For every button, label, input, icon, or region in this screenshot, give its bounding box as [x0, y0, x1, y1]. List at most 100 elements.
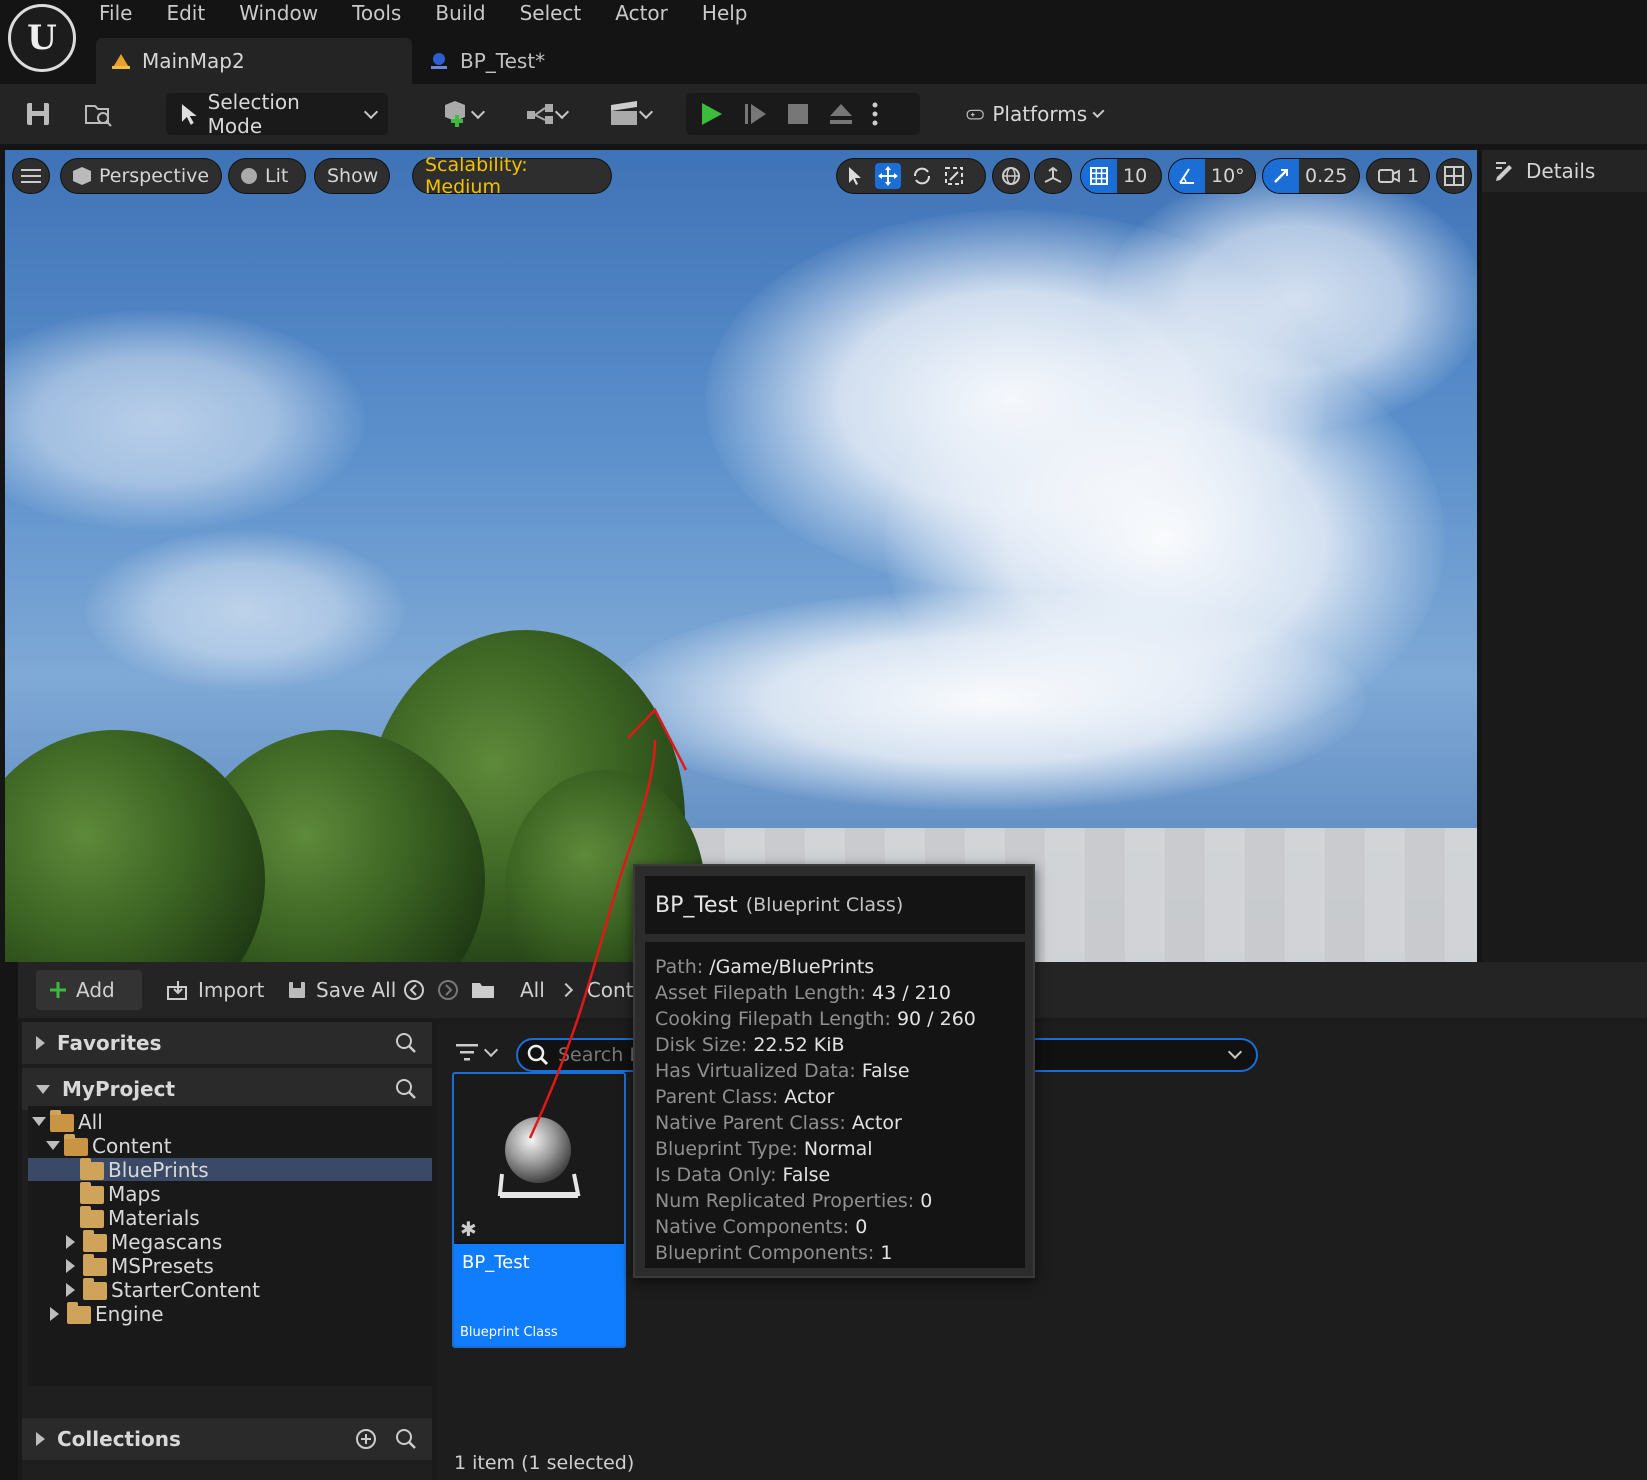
tooltip-row: Num Replicated Properties: 0: [655, 1188, 1015, 1214]
tooltip-key: Parent Class:: [655, 1086, 779, 1108]
layout-icon: [1444, 166, 1464, 186]
tooltip-row: Is Data Only: False: [655, 1162, 1015, 1188]
collections-header[interactable]: Collections: [22, 1418, 432, 1460]
folder-icon: [80, 1181, 104, 1204]
menu-window[interactable]: Window: [222, 0, 335, 28]
transform-tools: [837, 159, 985, 193]
browse-icon[interactable]: [80, 96, 116, 132]
search-placeholder: Search E: [558, 1044, 642, 1066]
lit-button[interactable]: Lit: [229, 159, 305, 193]
play-icon[interactable]: [698, 101, 724, 127]
surface-snap-button[interactable]: [1035, 159, 1071, 193]
details-header[interactable]: Details: [1482, 150, 1647, 192]
camera-speed-button[interactable]: 1: [1367, 159, 1429, 193]
rotation-snap-button[interactable]: 10°: [1169, 159, 1255, 193]
expand-arrow-icon: [50, 1306, 59, 1321]
scale-tool-icon[interactable]: [943, 165, 965, 187]
camera-speed-value: 1: [1406, 165, 1419, 187]
tooltip-key: Path:: [655, 956, 704, 978]
sources-panel: Favorites MyProject All Content BluePrin…: [22, 1022, 432, 1480]
asset-label-area: BP_Test Blueprint Class: [454, 1244, 624, 1346]
add-collection-icon[interactable]: [354, 1427, 378, 1451]
forward-icon[interactable]: [436, 978, 460, 1002]
folder-icon: [80, 1157, 104, 1180]
search-icon[interactable]: [394, 1031, 418, 1055]
tree-item-megascans[interactable]: Megascans: [28, 1229, 432, 1254]
eject-icon[interactable]: [828, 102, 854, 126]
tooltip-value: 1: [880, 1242, 893, 1264]
tree-item-engine[interactable]: Engine: [28, 1301, 432, 1326]
rotate-tool-icon[interactable]: [911, 165, 933, 187]
save-all-button[interactable]: Save All: [274, 970, 408, 1010]
breadcrumb-all[interactable]: All: [520, 978, 545, 1002]
tree-item-materials[interactable]: Materials: [28, 1205, 432, 1230]
project-header[interactable]: MyProject: [22, 1068, 432, 1110]
asset-thumbnail: ✱: [454, 1074, 624, 1242]
tree-item-startercontent[interactable]: StarterContent: [28, 1277, 432, 1302]
viewport-menu-button[interactable]: [13, 159, 49, 193]
save-icon[interactable]: [20, 96, 56, 132]
collapse-arrow-icon: [46, 1141, 60, 1150]
blueprints-menu-icon[interactable]: [516, 96, 576, 132]
scale-snap-value: 0.25: [1305, 165, 1348, 187]
chevron-down-icon: [483, 1042, 499, 1057]
viewport-layout-button[interactable]: [1437, 159, 1471, 193]
world-space-button[interactable]: [993, 159, 1029, 193]
menu-build[interactable]: Build: [418, 0, 502, 28]
asset-view: Search E ✱ BP_Test Blueprint Class 1 ite…: [438, 1022, 1647, 1480]
tree-item-blueprints[interactable]: BluePrints: [28, 1157, 432, 1182]
move-tool-icon[interactable]: [875, 163, 901, 189]
scalability-button[interactable]: Scalability: Medium: [413, 154, 611, 198]
grid-snap-button[interactable]: 10: [1081, 159, 1161, 193]
import-button[interactable]: Import: [154, 970, 276, 1010]
tab-mainmap2[interactable]: MainMap2: [96, 38, 412, 84]
blueprint-actor-icon: ✱: [460, 1117, 581, 1241]
show-button[interactable]: Show: [315, 159, 389, 193]
menu-select[interactable]: Select: [503, 0, 599, 28]
back-icon[interactable]: [402, 978, 426, 1002]
cinematics-icon[interactable]: [600, 96, 660, 132]
folder-icon: [83, 1277, 107, 1300]
svg-text:✱: ✱: [460, 1217, 477, 1241]
stop-icon[interactable]: [786, 102, 810, 126]
scale-snap-button[interactable]: 0.25: [1263, 159, 1359, 193]
search-icon[interactable]: [394, 1427, 418, 1451]
cloud: [1105, 170, 1477, 430]
tree-item-mspresets[interactable]: MSPresets: [28, 1253, 432, 1278]
expand-arrow-icon: [66, 1234, 75, 1249]
add-actor-icon[interactable]: [432, 96, 492, 132]
scalability-label: Scalability: Medium: [425, 154, 528, 198]
select-tool-icon[interactable]: [845, 165, 865, 187]
add-button[interactable]: Add: [36, 970, 142, 1010]
favorites-label: Favorites: [57, 1031, 162, 1055]
platforms-dropdown[interactable]: Platforms: [954, 93, 1114, 135]
tooltip-key: Is Data Only:: [655, 1164, 777, 1186]
cloud: [5, 310, 365, 530]
title-bar: U File Edit Window Tools Build Select Ac…: [0, 0, 1647, 84]
chevron-down-icon[interactable]: [1227, 1044, 1243, 1060]
collections-label: Collections: [57, 1427, 181, 1451]
asset-type: Blueprint Class: [460, 1325, 558, 1340]
menu-file[interactable]: File: [82, 0, 149, 28]
tree-item-maps[interactable]: Maps: [28, 1181, 432, 1206]
selection-mode-dropdown[interactable]: Selection Mode: [166, 90, 388, 138]
menu-tools[interactable]: Tools: [335, 0, 418, 28]
tab-bp-test[interactable]: BP_Test*: [414, 38, 644, 84]
perspective-button[interactable]: Perspective: [61, 159, 221, 193]
search-icon[interactable]: [394, 1077, 418, 1101]
bush: [5, 730, 265, 962]
menu-actor[interactable]: Actor: [598, 0, 685, 28]
asset-tile-bp-test[interactable]: ✱ BP_Test Blueprint Class: [452, 1072, 626, 1348]
menu-help[interactable]: Help: [685, 0, 765, 28]
step-icon[interactable]: [742, 101, 768, 127]
tree-item-all[interactable]: All: [28, 1109, 432, 1134]
favorites-header[interactable]: Favorites: [22, 1022, 432, 1064]
folder-icon[interactable]: [470, 979, 496, 1001]
unreal-logo-icon[interactable]: U: [8, 4, 76, 72]
tree-item-content[interactable]: Content: [28, 1133, 432, 1158]
level-viewport[interactable]: Perspective Lit Show Scalability: Medium: [5, 150, 1477, 962]
folder-icon: [67, 1301, 91, 1324]
filter-button[interactable]: [456, 1042, 499, 1062]
more-options-icon[interactable]: [872, 101, 878, 127]
menu-edit[interactable]: Edit: [149, 0, 222, 28]
